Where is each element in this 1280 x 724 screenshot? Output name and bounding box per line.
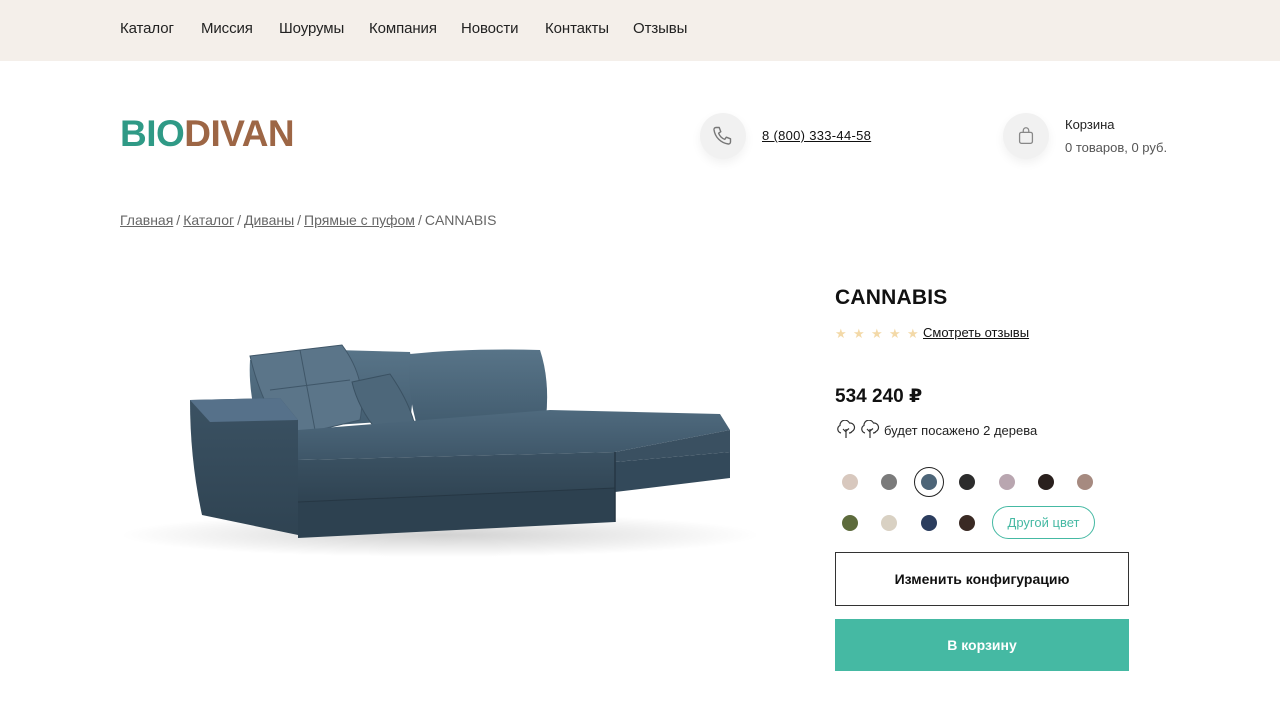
color-swatch-5[interactable]: [999, 474, 1015, 490]
color-swatch-1[interactable]: [842, 474, 858, 490]
phone-icon-button[interactable]: [700, 113, 746, 159]
star-icon: ★: [889, 326, 901, 341]
star-icon: ★: [835, 326, 847, 341]
shopping-bag-icon: [1018, 127, 1034, 144]
breadcrumb-straight-with-pouf[interactable]: Прямые с пуфом: [304, 212, 415, 228]
rating-stars: ★ ★ ★ ★ ★: [835, 327, 921, 341]
tree-icon: [837, 420, 856, 438]
breadcrumb-home[interactable]: Главная: [120, 212, 173, 228]
cart-icon-button[interactable]: [1003, 113, 1049, 159]
breadcrumb-sofas[interactable]: Диваны: [244, 212, 294, 228]
color-swatch-4[interactable]: [959, 474, 975, 490]
breadcrumb-catalog[interactable]: Каталог: [183, 212, 234, 228]
logo-part-divan: DIVAN: [184, 113, 295, 154]
product-title: CANNABIS: [835, 286, 948, 309]
site-logo[interactable]: BIODIVAN: [120, 113, 295, 154]
color-swatch-2[interactable]: [881, 474, 897, 490]
star-icon: ★: [853, 326, 865, 341]
top-navigation-bar: Каталог Миссия Шоурумы Компания Новости …: [0, 0, 1280, 61]
cart-title[interactable]: Корзина: [1065, 117, 1115, 132]
color-swatch-10[interactable]: [921, 515, 937, 531]
nav-item-company[interactable]: Компания: [369, 20, 437, 37]
breadcrumb: Главная / Каталог / Диваны / Прямые с пуфом / CA…: [120, 212, 497, 228]
trees-icons: [835, 420, 881, 440]
product-price: 534 240 ₽: [835, 386, 923, 407]
nav-item-reviews[interactable]: Отзывы: [633, 20, 687, 37]
color-swatch-9[interactable]: [881, 515, 897, 531]
cart-summary: 0 товаров, 0 руб.: [1065, 140, 1168, 155]
trees-planted-text: будет посажено 2 дерева: [884, 423, 1038, 438]
product-image-sofa[interactable]: [110, 290, 770, 580]
nav-item-catalog[interactable]: Каталог: [120, 20, 174, 37]
star-icon: ★: [871, 326, 883, 341]
nav-item-news[interactable]: Новости: [461, 20, 518, 37]
color-swatch-11[interactable]: [959, 515, 975, 531]
logo-part-bio: BIO: [120, 113, 185, 154]
other-color-button[interactable]: Другой цвет: [992, 506, 1095, 539]
star-icon: ★: [907, 326, 919, 341]
add-to-cart-button[interactable]: В корзину: [835, 619, 1129, 671]
change-configuration-button[interactable]: Изменить конфигурацию: [835, 552, 1129, 606]
view-reviews-link[interactable]: Смотреть отзывы: [923, 325, 1029, 340]
color-swatch-8[interactable]: [842, 515, 858, 531]
nav-item-contacts[interactable]: Контакты: [545, 20, 609, 37]
tree-icon: [861, 420, 880, 438]
nav-item-mission[interactable]: Миссия: [201, 20, 253, 37]
color-swatch-7[interactable]: [1077, 474, 1093, 490]
color-swatch-3[interactable]: [921, 474, 937, 490]
breadcrumb-current: CANNABIS: [424, 212, 497, 228]
nav-item-showrooms[interactable]: Шоурумы: [279, 20, 344, 37]
phone-number-link[interactable]: 8 (800) 333-44-58: [762, 128, 871, 143]
color-swatch-6[interactable]: [1038, 474, 1054, 490]
phone-icon: [713, 126, 732, 145]
